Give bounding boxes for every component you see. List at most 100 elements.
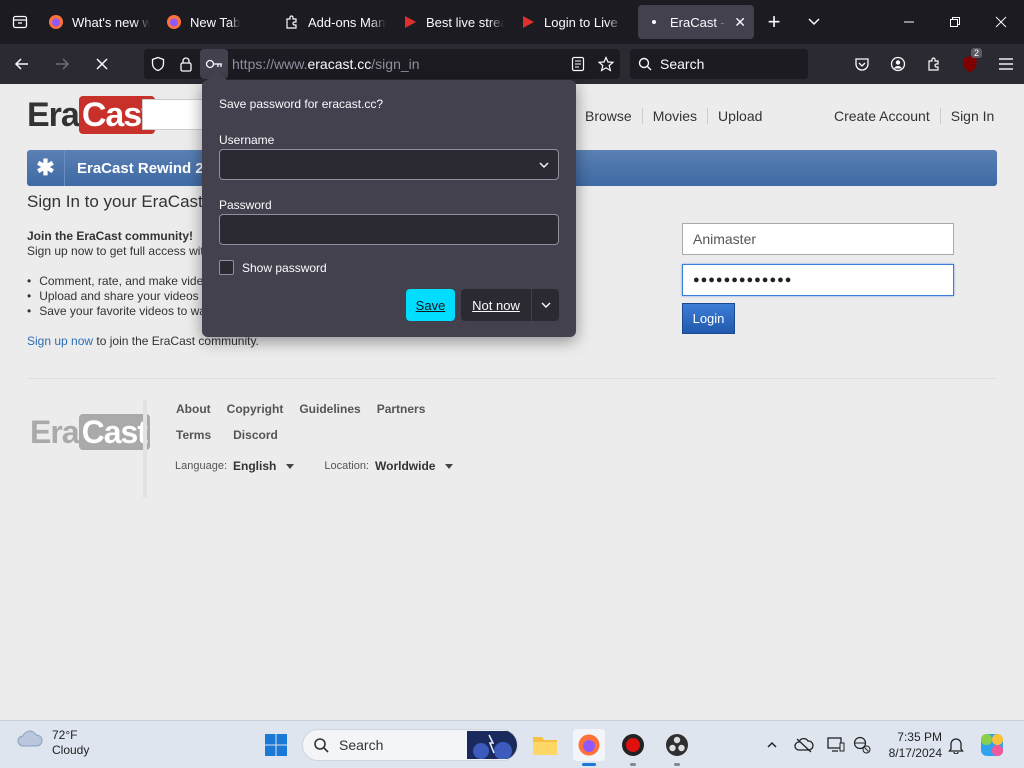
restore-button[interactable] <box>932 0 978 44</box>
display-tray[interactable] <box>824 733 848 757</box>
nav-browse[interactable]: Browse <box>575 108 642 124</box>
forward-button[interactable] <box>44 48 80 80</box>
windows-taskbar: 72°F Cloudy Search 7:35 PM 8/17/2024 <box>0 720 1024 768</box>
eracast-icon <box>402 14 418 30</box>
running-indicator <box>674 763 680 766</box>
list-all-tabs-button[interactable] <box>794 14 834 31</box>
language-select[interactable]: English <box>233 459 276 473</box>
search-bar[interactable]: Search <box>630 49 808 79</box>
search-highlight-image <box>467 731 517 759</box>
search-icon <box>638 57 652 71</box>
stop-loading-button[interactable] <box>84 48 120 80</box>
show-password-checkbox[interactable]: Show password <box>219 260 327 275</box>
weather-condition: Cloudy <box>52 743 90 757</box>
file-explorer-button[interactable] <box>529 729 561 761</box>
tab-best-live[interactable]: Best live stream <box>394 5 512 39</box>
username-field[interactable]: Animaster <box>682 223 954 255</box>
extension-badge: 2 <box>970 48 982 58</box>
tab-eracast-signin[interactable]: EraCast - Sign ✕ <box>638 5 754 39</box>
stop-icon <box>96 58 108 70</box>
pocket-icon <box>855 58 869 71</box>
firefox-taskbar-button[interactable] <box>573 729 605 766</box>
checkbox-box[interactable] <box>219 260 234 275</box>
caret-down-icon <box>286 463 295 469</box>
nav-movies[interactable]: Movies <box>641 108 707 124</box>
cloud-icon <box>17 730 43 747</box>
footer-link-copyright[interactable]: Copyright <box>227 402 284 416</box>
signup-link[interactable]: Sign up now <box>27 334 93 348</box>
bookmark-star-icon[interactable] <box>592 49 620 79</box>
tab-whats-new[interactable]: What's new with <box>40 5 158 39</box>
chevron-down-icon[interactable] <box>538 159 550 171</box>
show-password-label: Show password <box>242 260 327 275</box>
obs-button[interactable] <box>661 729 693 766</box>
password-field[interactable]: ●●●●●●●●●●●●● <box>682 264 954 296</box>
reader-view-icon[interactable] <box>564 49 592 79</box>
app-menu-button[interactable] <box>988 44 1024 84</box>
lock-icon[interactable] <box>172 49 200 79</box>
nav-upload[interactable]: Upload <box>707 108 772 124</box>
language-label: Language: <box>175 460 227 472</box>
tab-login[interactable]: Login to Live Str <box>512 5 630 39</box>
sign-in-link[interactable]: Sign In <box>939 108 1005 124</box>
clock[interactable]: 7:35 PM 8/17/2024 <box>882 729 942 761</box>
footer-link-about[interactable]: About <box>176 402 211 416</box>
tab-addons[interactable]: Add-ons Manager <box>276 5 394 39</box>
popup-username-field[interactable] <box>219 149 559 180</box>
location-select[interactable]: Worldwide <box>375 459 435 473</box>
close-window-button[interactable] <box>978 0 1024 44</box>
toolbar-right: 2 <box>844 44 1024 84</box>
copilot-button[interactable] <box>978 731 1006 759</box>
start-button[interactable] <box>260 729 292 761</box>
taskbar-search[interactable]: Search <box>302 729 518 761</box>
eracast-logo[interactable]: EraCast <box>27 96 155 135</box>
show-hidden-icons-button[interactable] <box>760 733 784 757</box>
network-globe-icon <box>853 736 871 754</box>
popup-title: Save password for eracast.cc? <box>219 97 384 111</box>
search-placeholder: Search <box>660 56 705 72</box>
back-button[interactable] <box>4 48 40 80</box>
tab-title: EraCast - Sign <box>670 14 726 30</box>
footer-link-partners[interactable]: Partners <box>377 402 426 416</box>
onedrive-tray[interactable] <box>792 733 816 757</box>
weather-widget[interactable]: 72°F Cloudy <box>16 728 89 758</box>
password-label: Password <box>219 198 272 212</box>
hamburger-menu-icon <box>999 58 1013 70</box>
footer-link-guidelines[interactable]: Guidelines <box>299 402 360 416</box>
new-tab-button[interactable]: + <box>754 9 794 35</box>
not-now-button[interactable]: Not now <box>461 289 559 321</box>
minimize-button[interactable] <box>886 0 932 44</box>
pocket-button[interactable] <box>844 44 880 84</box>
login-button[interactable]: Login <box>682 303 735 334</box>
footer-link-terms[interactable]: Terms <box>176 428 211 442</box>
not-now-dropdown[interactable] <box>532 299 559 311</box>
footer-links-row2: Terms Discord <box>176 428 278 442</box>
footer-logo[interactable]: EraCast <box>30 414 150 451</box>
footer-divider <box>27 378 997 379</box>
monitor-icon <box>827 737 845 752</box>
asterisk-star-icon: ✱ <box>27 150 65 186</box>
account-nav: Create Account Sign In <box>824 108 1004 124</box>
running-indicator <box>630 763 636 766</box>
tab-new-tab[interactable]: New Tab <box>158 5 276 39</box>
ublock-extension-button[interactable]: 2 <box>952 44 988 84</box>
firefox-view-button[interactable] <box>0 0 40 44</box>
not-now-label[interactable]: Not now <box>461 298 531 313</box>
copilot-icon <box>981 734 1003 756</box>
popup-password-field[interactable] <box>219 214 559 245</box>
clock-date: 8/17/2024 <box>888 746 942 760</box>
network-tray[interactable] <box>850 733 874 757</box>
extensions-button[interactable] <box>916 44 952 84</box>
account-button[interactable] <box>880 44 916 84</box>
tracking-protection-shield-icon[interactable] <box>144 49 172 79</box>
bell-icon <box>948 738 964 754</box>
save-button[interactable]: Save <box>406 289 455 321</box>
chevron-down-icon <box>808 17 820 25</box>
footer-link-discord[interactable]: Discord <box>233 428 278 442</box>
create-account-link[interactable]: Create Account <box>824 108 940 124</box>
recorder-button[interactable] <box>617 729 649 766</box>
screen: What's new with New Tab Add-ons Manager … <box>0 0 1024 768</box>
notifications-button[interactable] <box>944 733 968 757</box>
footer-locale: Language: English Location: Worldwide <box>175 459 477 473</box>
close-tab-icon[interactable]: ✕ <box>734 14 746 31</box>
